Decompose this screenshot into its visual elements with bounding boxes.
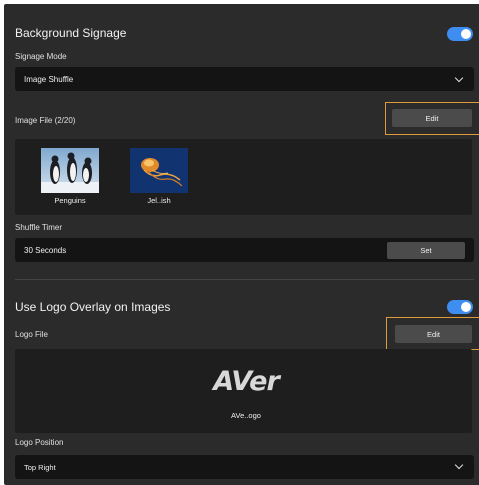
toggle-knob xyxy=(461,29,471,39)
logo-overlay-title: Use Logo Overlay on Images xyxy=(15,300,171,314)
penguins-label: Penguins xyxy=(54,196,86,205)
image-file-box: Penguins Jel..ish xyxy=(15,139,472,215)
logo-file-name: AVe..ogo xyxy=(231,411,261,420)
shuffle-timer-value: 30 Seconds xyxy=(24,245,67,255)
aver-logo[interactable]: AVer xyxy=(206,366,286,397)
chevron-down-icon xyxy=(454,73,464,83)
signage-mode-select[interactable]: Image Shuffle xyxy=(15,67,474,91)
shuffle-timer-label: Shuffle Timer xyxy=(15,223,62,232)
logo-file-box: AVer AVe..ogo xyxy=(15,349,472,433)
edit-highlight-frame xyxy=(385,102,479,135)
logo-overlay-toggle[interactable] xyxy=(447,300,473,314)
penguins-thumbnail[interactable] xyxy=(41,148,99,193)
section-divider xyxy=(15,279,474,280)
edit-highlight-frame xyxy=(386,317,479,350)
settings-panel: Background Signage Signage Mode Image Sh… xyxy=(4,4,479,485)
jellyfish-label: Jel..ish xyxy=(147,196,171,205)
logo-position-select[interactable]: Top Right xyxy=(15,455,474,479)
jellyfish-thumbnail[interactable] xyxy=(130,148,188,193)
image-file-label: Image File (2/20) xyxy=(15,116,76,125)
logo-file-label: Logo File xyxy=(15,330,48,339)
background-signage-toggle[interactable] xyxy=(447,27,473,41)
logo-position-label: Logo Position xyxy=(15,438,64,447)
background-signage-title: Background Signage xyxy=(15,26,127,40)
jellyfish-icon xyxy=(130,148,188,193)
logo-position-value: Top Right xyxy=(24,462,56,472)
toggle-knob xyxy=(461,302,471,312)
signage-mode-label: Signage Mode xyxy=(15,52,67,61)
shuffle-timer-set-button[interactable]: Set xyxy=(387,242,465,259)
chevron-down-icon xyxy=(454,460,464,470)
penguins-icon xyxy=(41,148,99,193)
signage-mode-value: Image Shuffle xyxy=(24,74,74,84)
